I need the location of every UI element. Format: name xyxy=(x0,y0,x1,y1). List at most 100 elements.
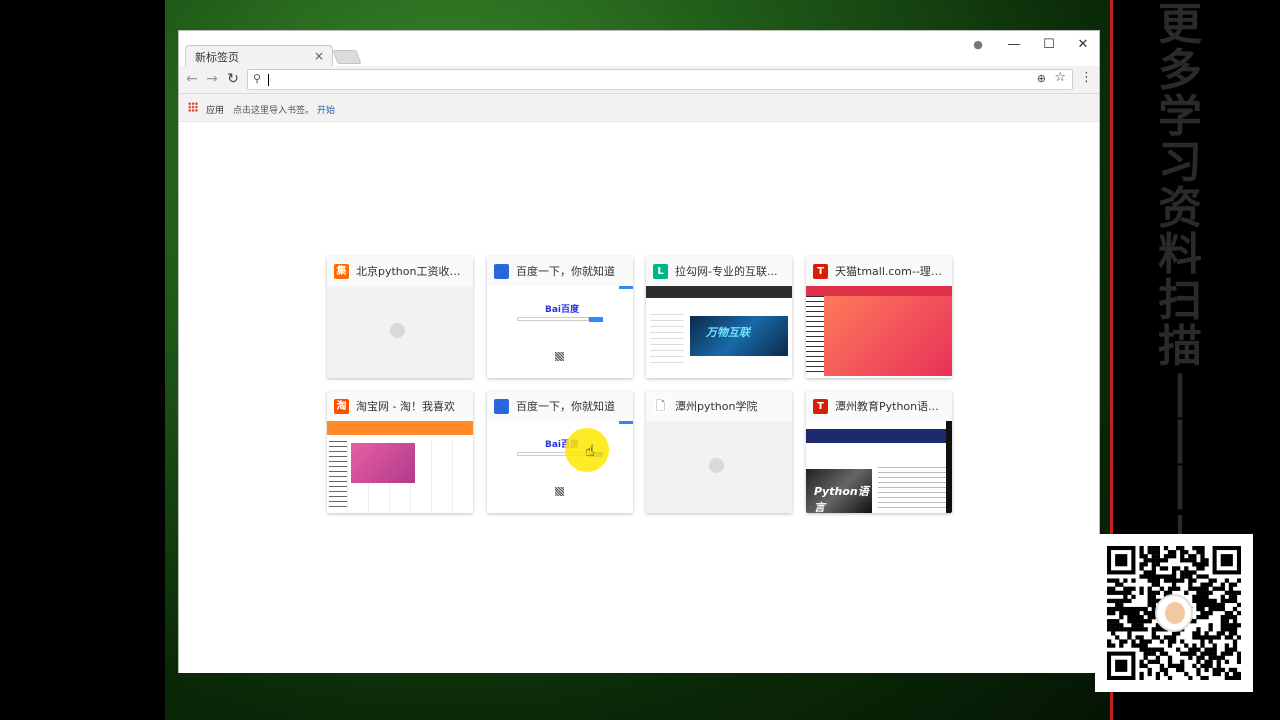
tile-thumbnail xyxy=(327,421,473,513)
tile-thumbnail: 万物互联 xyxy=(646,286,792,378)
watermark-char: 资 xyxy=(1158,183,1202,234)
watermark-char: 扫 xyxy=(1158,275,1202,326)
thumb-qr xyxy=(555,487,564,496)
thumb-nav xyxy=(806,429,952,443)
site-favicon-icon: T xyxy=(813,398,828,414)
tile-title: 潭州python学院 xyxy=(675,400,758,413)
tile-title: 百度一下，你就知道 xyxy=(516,265,615,278)
thumb-lines xyxy=(650,314,684,364)
watermark-char: 多 xyxy=(1158,45,1202,96)
thumb-sidebar xyxy=(329,441,347,511)
tile-header: 🗋 潭州python学院 xyxy=(646,391,792,421)
most-visited-tile[interactable]: T 潭州教育Python语... Python语言 xyxy=(806,391,952,513)
watermark-char: 料 xyxy=(1158,229,1202,280)
tile-title: 淘宝网 - 淘！我喜欢 xyxy=(356,400,455,413)
thumb-ad xyxy=(878,467,948,511)
tile-thumbnail xyxy=(806,286,952,378)
thumb-edge xyxy=(946,421,952,513)
tile-header: 🐾 百度一下，你就知道 xyxy=(487,256,633,286)
most-visited-tile[interactable]: T 天猫tmall.com--理想... xyxy=(806,256,952,378)
thumb-search-button xyxy=(589,317,603,322)
loading-dot xyxy=(390,323,405,338)
side-watermark: 更 多 学 习 资 料 扫 描 | | | ↓ xyxy=(1150,0,1210,554)
tile-thumbnail xyxy=(646,421,792,513)
thumb-banner xyxy=(824,296,952,376)
browser-window: 新标签页 × ● — ☐ ✕ ← → ↻ ⚲ ⊕ ☆ ⋮ 应用 点击这里导入书签… xyxy=(178,30,1100,673)
watermark-char: 更 xyxy=(1158,0,1202,50)
title-bar: 新标签页 × ● — ☐ ✕ xyxy=(179,31,1099,67)
site-favicon-icon: 集 xyxy=(334,263,349,279)
site-favicon-icon: L xyxy=(653,263,668,279)
tile-header: 🐾 百度一下，你就知道 xyxy=(487,391,633,421)
watermark-char: 学 xyxy=(1158,91,1202,142)
tile-title: 潭州教育Python语... xyxy=(835,400,939,413)
loading-dot xyxy=(709,458,724,473)
thumb-searchbox xyxy=(517,317,589,321)
thumb-nav xyxy=(806,286,952,296)
tile-thumbnail xyxy=(327,286,473,378)
reload-button[interactable]: ↻ xyxy=(224,70,242,88)
address-input[interactable] xyxy=(268,71,1028,88)
maximize-button[interactable]: ☐ xyxy=(1036,35,1062,55)
menu-icon[interactable]: ⋮ xyxy=(1080,70,1093,85)
watermark-char: 习 xyxy=(1158,137,1202,188)
forward-button[interactable]: → xyxy=(203,70,221,88)
watermark-char: | xyxy=(1171,413,1188,464)
most-visited-tile[interactable]: 🗋 潭州python学院 xyxy=(646,391,792,513)
address-bar[interactable]: ⚲ ⊕ ☆ xyxy=(247,69,1073,90)
most-visited-tile[interactable]: 淘淘宝网 - 淘！我喜欢 xyxy=(327,391,473,513)
most-visited-tile[interactable]: L 拉勾网-专业的互联... 万物互联 xyxy=(646,256,792,378)
thumb-sidebar xyxy=(806,296,824,376)
hand-cursor-icon: ☝ xyxy=(585,441,595,460)
back-button[interactable]: ← xyxy=(183,70,201,88)
apps-grid-icon[interactable] xyxy=(188,102,198,112)
import-bookmarks-hint: 点击这里导入书签。 xyxy=(233,106,315,116)
watermark-char: | xyxy=(1171,367,1188,418)
tile-header: T 潭州教育Python语... xyxy=(806,391,952,421)
bookmark-star-icon[interactable]: ☆ xyxy=(1054,70,1066,85)
tile-header: 淘淘宝网 - 淘！我喜欢 xyxy=(327,391,473,421)
apps-link[interactable]: 应用 xyxy=(206,103,224,116)
watermark-char: 描 xyxy=(1158,321,1202,372)
qr-code xyxy=(1095,534,1253,692)
most-visited-tile[interactable]: 🐾 百度一下，你就知道 Bai百度 xyxy=(487,256,633,378)
tile-title: 天猫tmall.com--理想... xyxy=(835,265,947,278)
thumb-qr xyxy=(555,352,564,361)
thumb-topbar xyxy=(619,421,633,424)
thumb-logo: Bai百度 xyxy=(545,305,580,315)
thumb-banner xyxy=(351,443,415,483)
minimize-button[interactable]: — xyxy=(1001,35,1027,55)
most-visited-tile[interactable]: 集北京python工资收入... xyxy=(327,256,473,378)
close-window-button[interactable]: ✕ xyxy=(1070,35,1096,55)
account-icon[interactable]: ● xyxy=(965,35,991,55)
most-visited-tile[interactable]: 🐾 百度一下，你就知道 Bai百度 xyxy=(487,391,633,513)
thumb-banner: 万物互联 xyxy=(690,316,788,356)
thumb-hero: Python语言 xyxy=(806,469,872,513)
tile-title: 北京python工资收入... xyxy=(356,265,468,278)
tile-thumbnail: Bai百度 xyxy=(487,286,633,378)
thumb-topbar xyxy=(619,286,633,289)
bookmarks-bar: 应用 点击这里导入书签。 开始 xyxy=(179,94,1099,122)
tab-new-tab[interactable]: 新标签页 × xyxy=(185,45,333,67)
tile-header: 集北京python工资收入... xyxy=(327,256,473,286)
watermark-char: | xyxy=(1171,459,1188,510)
new-tab-button[interactable] xyxy=(332,50,362,64)
thumb-nav xyxy=(327,421,473,435)
site-favicon-icon: T xyxy=(813,263,828,279)
avatar xyxy=(1155,594,1193,632)
tab-close-icon[interactable]: × xyxy=(314,49,324,63)
site-favicon-icon: 🐾 xyxy=(494,398,509,414)
tile-header: L 拉勾网-专业的互联... xyxy=(646,256,792,286)
zoom-icon[interactable]: ⊕ xyxy=(1037,72,1046,85)
new-tab-page: 集北京python工资收入... 🐾 百度一下，你就知道 Bai百度 L 拉勾网-专业的互… xyxy=(179,123,1099,673)
search-icon: ⚲ xyxy=(253,72,262,85)
tile-title: 百度一下，你就知道 xyxy=(516,400,615,413)
tab-title: 新标签页 xyxy=(195,50,239,64)
site-favicon-icon: 🗋 xyxy=(653,398,668,414)
text-caret xyxy=(268,74,269,86)
screen: 更 多 学 习 资 料 扫 描 | | | ↓ 新标签页 × ● — ☐ ✕ ←… xyxy=(0,0,1280,720)
thumb-banner-text: 万物互联 xyxy=(706,326,750,339)
start-import-link[interactable]: 开始 xyxy=(317,103,335,116)
tile-title: 拉勾网-专业的互联... xyxy=(675,265,778,278)
thumb-nav xyxy=(646,286,792,298)
